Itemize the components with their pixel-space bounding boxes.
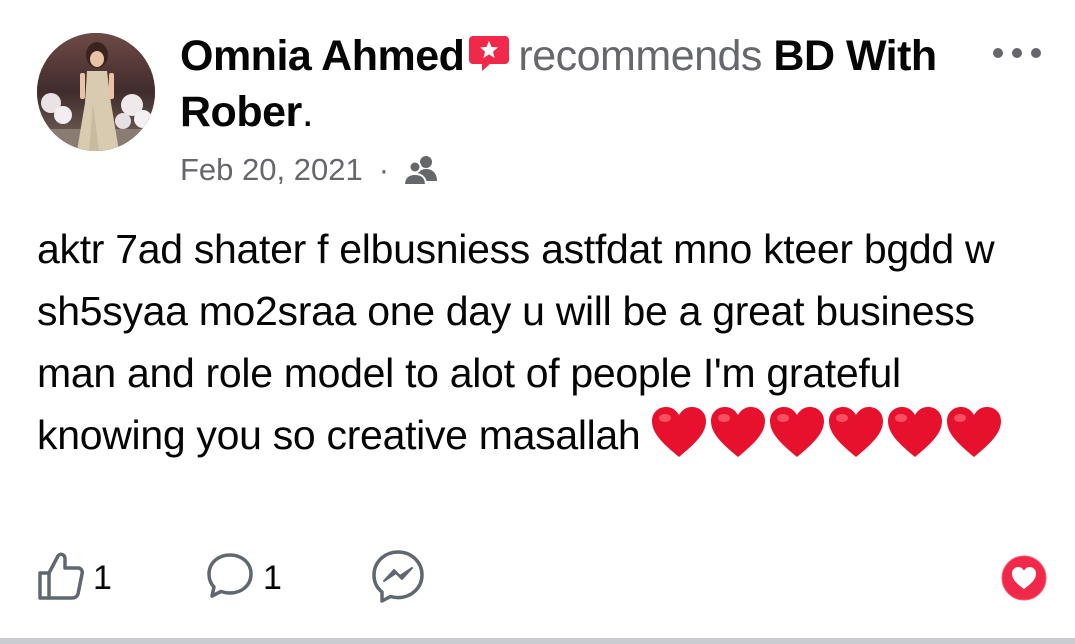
heart-icon xyxy=(770,407,825,457)
heart-icon xyxy=(829,407,884,457)
thumbs-up-icon xyxy=(37,551,85,606)
messenger-share-button[interactable] xyxy=(370,548,426,608)
post-header: Omnia Ahmed recommends BD With Rober. xyxy=(180,28,960,140)
post-divider xyxy=(0,638,1075,644)
recommendation-post: Omnia Ahmed recommends BD With Rober. Fe… xyxy=(0,0,1075,644)
author-avatar[interactable] xyxy=(37,33,155,151)
like-count: 1 xyxy=(93,558,112,597)
post-meta: Feb 20, 2021 · xyxy=(180,150,439,190)
messenger-icon xyxy=(370,548,426,609)
heart-icon xyxy=(652,407,707,457)
post-body: aktr 7ad shater f elbusniess astfdat mno… xyxy=(37,218,1047,466)
meta-separator: · xyxy=(378,152,390,187)
header-trailing-punct: . xyxy=(301,88,314,136)
more-options-icon[interactable] xyxy=(988,38,1050,68)
author-name[interactable]: Omnia Ahmed xyxy=(180,32,465,80)
heart-icon xyxy=(711,407,766,457)
comment-bubble-icon xyxy=(205,551,255,606)
avatar-photo xyxy=(37,33,155,151)
post-actions-bar: 1 1 xyxy=(37,548,1047,608)
recommendation-badge-icon xyxy=(468,30,510,71)
hearts-emoji-group xyxy=(650,405,1004,459)
heart-icon xyxy=(947,407,1002,457)
heart-icon xyxy=(888,407,943,457)
comment-button[interactable]: 1 xyxy=(205,548,282,608)
love-reaction-icon[interactable] xyxy=(1001,555,1047,601)
friends-icon[interactable] xyxy=(403,154,439,186)
post-date[interactable]: Feb 20, 2021 xyxy=(180,152,363,188)
action-text: recommends xyxy=(518,32,762,80)
like-button[interactable]: 1 xyxy=(37,548,112,608)
comment-count: 1 xyxy=(263,558,282,597)
